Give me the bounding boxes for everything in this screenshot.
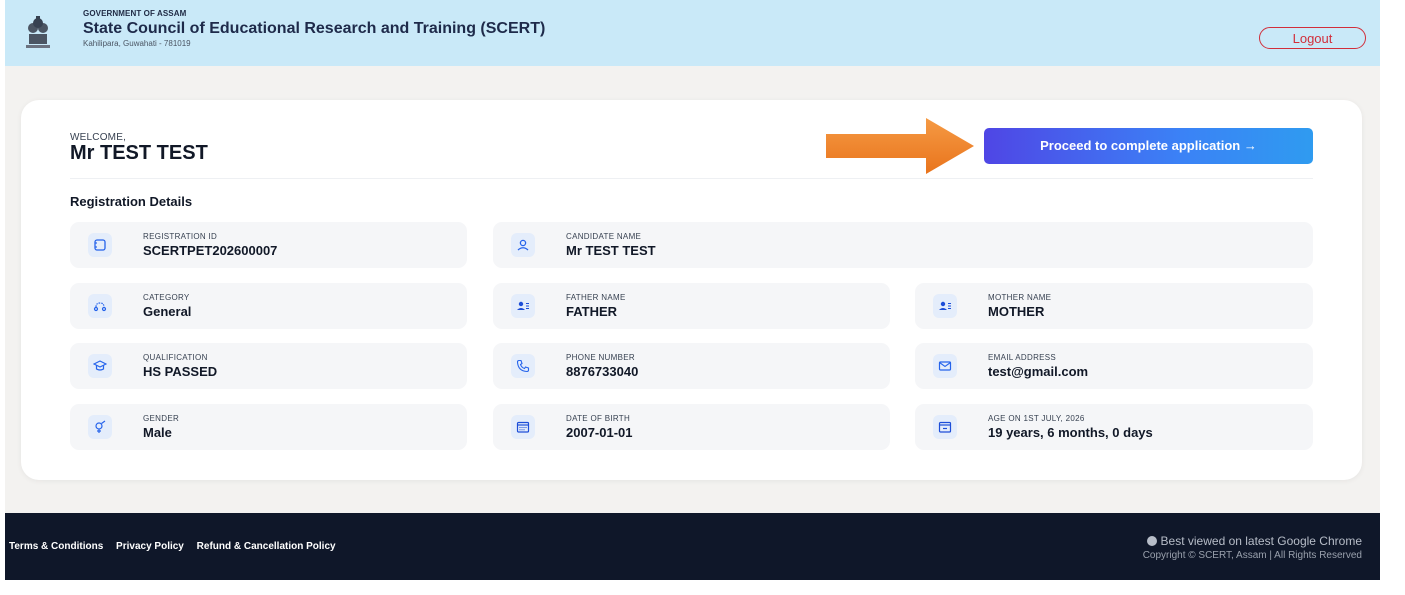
field-date-of-birth: DATE OF BIRTH 2007-01-01 bbox=[493, 404, 890, 450]
calendar-blank-icon bbox=[938, 421, 952, 433]
field-label: CATEGORY bbox=[143, 293, 190, 302]
field-value: 2007-01-01 bbox=[566, 425, 633, 440]
graduation-cap-icon bbox=[93, 360, 107, 371]
calendar-icon bbox=[516, 421, 530, 433]
id-card-icon bbox=[94, 239, 106, 251]
field-value: General bbox=[143, 304, 192, 319]
field-label: CANDIDATE NAME bbox=[566, 232, 642, 241]
field-gender: GENDER Male bbox=[70, 404, 467, 450]
org-address: Kahilipara, Guwahati - 781019 bbox=[83, 39, 191, 48]
browser-note: Best viewed on latest Google Chrome bbox=[1146, 534, 1362, 548]
mail-icon bbox=[938, 361, 952, 371]
field-value: MOTHER bbox=[988, 304, 1045, 319]
field-value: Mr TEST TEST bbox=[566, 243, 656, 258]
field-qualification: QUALIFICATION HS PASSED bbox=[70, 343, 467, 389]
footer-links: Terms & Conditions Privacy Policy Refund… bbox=[9, 541, 346, 552]
field-label: REGISTRATION ID bbox=[143, 232, 218, 241]
gender-icon bbox=[95, 420, 106, 433]
page-frame: GOVERNMENT OF ASSAM State Council of Edu… bbox=[5, 0, 1380, 580]
user-icon bbox=[517, 239, 529, 251]
field-mother-name: MOTHER NAME MOTHER bbox=[915, 283, 1313, 329]
field-value: FATHER bbox=[566, 304, 618, 319]
contact-card-icon bbox=[517, 301, 529, 310]
field-registration-id: REGISTRATION ID SCERTPET202600007 bbox=[70, 222, 467, 268]
divider bbox=[70, 178, 1313, 179]
route-icon bbox=[93, 302, 107, 312]
chrome-icon bbox=[1146, 536, 1157, 546]
field-label: QUALIFICATION bbox=[143, 353, 208, 362]
field-label: GENDER bbox=[143, 414, 180, 423]
contact-card-icon bbox=[939, 301, 951, 310]
government-line: GOVERNMENT OF ASSAM bbox=[83, 9, 187, 18]
welcome-name: Mr TEST TEST bbox=[70, 142, 208, 164]
field-label: EMAIL ADDRESS bbox=[988, 353, 1057, 362]
proceed-button[interactable]: Proceed to complete application → bbox=[984, 128, 1313, 164]
field-age: AGE ON 1ST JULY, 2026 19 years, 6 months… bbox=[915, 404, 1313, 450]
browser-note-text: Best viewed on latest Google Chrome bbox=[1160, 534, 1362, 548]
field-category: CATEGORY General bbox=[70, 283, 467, 329]
field-value: HS PASSED bbox=[143, 364, 218, 379]
logout-button[interactable]: Logout bbox=[1259, 27, 1366, 49]
copyright: Copyright © SCERT, Assam | All Rights Re… bbox=[1142, 550, 1362, 561]
phone-icon bbox=[516, 359, 530, 373]
field-label: AGE ON 1ST JULY, 2026 bbox=[988, 414, 1085, 423]
orange-arrow-icon bbox=[826, 118, 974, 174]
header: GOVERNMENT OF ASSAM State Council of Edu… bbox=[5, 0, 1380, 66]
field-label: PHONE NUMBER bbox=[566, 353, 635, 362]
field-label: DATE OF BIRTH bbox=[566, 414, 631, 423]
state-emblem-icon bbox=[26, 16, 50, 48]
org-title: State Council of Educational Research an… bbox=[83, 20, 546, 37]
refund-link[interactable]: Refund & Cancellation Policy bbox=[197, 541, 336, 552]
field-phone-number: PHONE NUMBER 8876733040 bbox=[493, 343, 890, 389]
terms-link[interactable]: Terms & Conditions bbox=[9, 541, 103, 552]
field-value: test@gmail.com bbox=[988, 364, 1089, 379]
field-value: 19 years, 6 months, 0 days bbox=[988, 425, 1153, 440]
field-value: Male bbox=[143, 425, 172, 440]
field-email-address: EMAIL ADDRESS test@gmail.com bbox=[915, 343, 1313, 389]
footer: Terms & Conditions Privacy Policy Refund… bbox=[5, 513, 1380, 580]
welcome-card: WELCOME, Mr TEST TEST Proceed to complet… bbox=[21, 100, 1362, 480]
privacy-link[interactable]: Privacy Policy bbox=[116, 541, 184, 552]
field-father-name: FATHER NAME FATHER bbox=[493, 283, 890, 329]
section-title: Registration Details bbox=[70, 194, 193, 209]
field-value: SCERTPET202600007 bbox=[143, 243, 278, 258]
field-candidate-name: CANDIDATE NAME Mr TEST TEST bbox=[493, 222, 1313, 268]
field-value: 8876733040 bbox=[566, 364, 639, 379]
field-label: FATHER NAME bbox=[566, 293, 626, 302]
field-label: MOTHER NAME bbox=[988, 293, 1052, 302]
